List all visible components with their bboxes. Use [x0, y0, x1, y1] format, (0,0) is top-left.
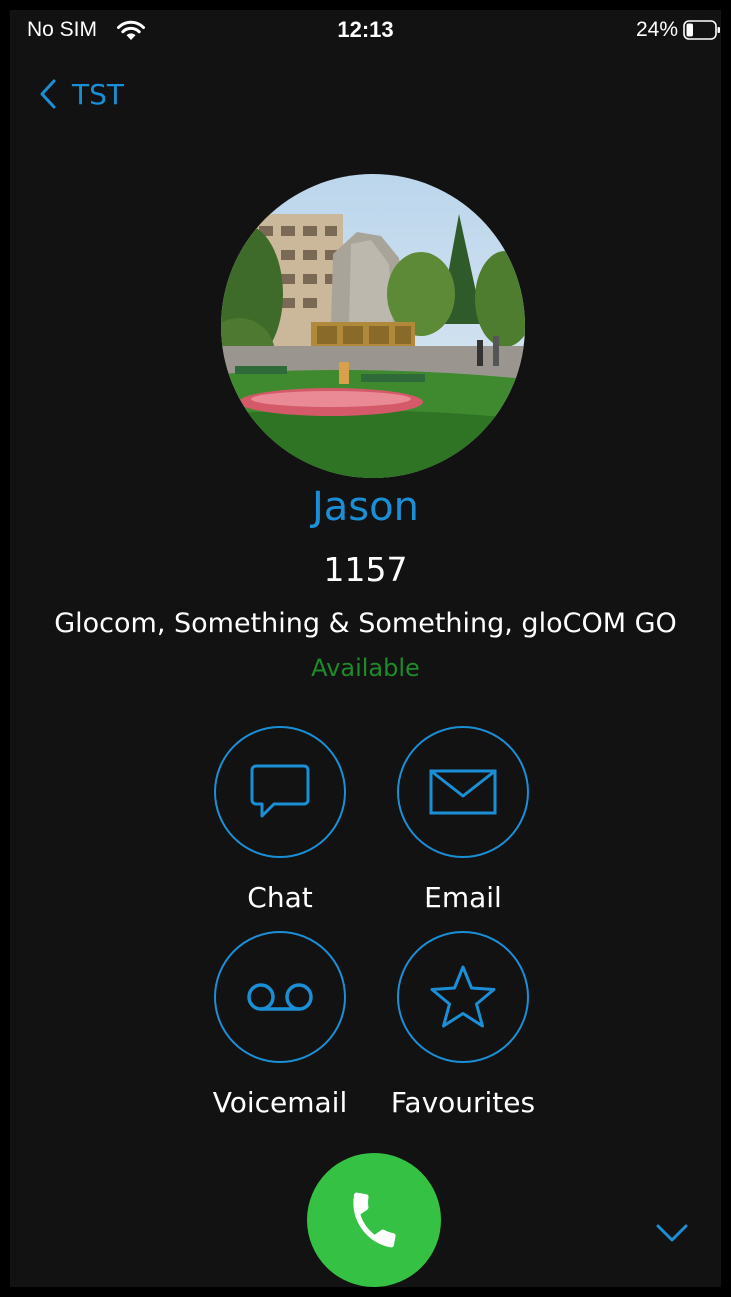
- chat-label: Chat: [247, 881, 313, 914]
- battery-icon: [683, 20, 720, 40]
- chevron-down-icon[interactable]: [652, 1218, 692, 1248]
- favourites-label: Favourites: [390, 1086, 536, 1119]
- voicemail-icon: [247, 983, 313, 1011]
- voicemail-label: Voicemail: [212, 1086, 348, 1119]
- chat-circle[interactable]: [214, 726, 346, 858]
- phone-icon: [353, 1192, 396, 1248]
- chevron-left-icon: [40, 79, 56, 109]
- back-button-label: TST: [72, 77, 124, 111]
- contact-avatar: [221, 174, 525, 478]
- battery-percentage: 24%: [635, 18, 678, 41]
- contact-groups: Glocom, Something & Something, gloCOM GO: [54, 608, 677, 639]
- back-button[interactable]: TST: [38, 74, 124, 114]
- chat-button[interactable]: Chat: [190, 726, 370, 914]
- call-button[interactable]: [307, 1153, 441, 1287]
- contact-details-screen: No SIM 12:13 24% TST Jason 1157 Glocom, …: [0, 0, 731, 1297]
- envelope-icon: [429, 769, 497, 815]
- chat-bubble-icon: [250, 764, 310, 818]
- clock: 12:13: [337, 17, 394, 42]
- email-label: Email: [424, 881, 502, 914]
- star-icon: [430, 965, 496, 1028]
- voicemail-circle[interactable]: [214, 931, 346, 1063]
- status-bar: No SIM 12:13 24%: [0, 0, 731, 62]
- navigation-bar: TST: [0, 62, 731, 122]
- favourites-button[interactable]: Favourites: [373, 931, 553, 1119]
- presence-status: Available: [311, 654, 420, 682]
- voicemail-button[interactable]: Voicemail: [190, 931, 370, 1119]
- email-button[interactable]: Email: [373, 726, 553, 914]
- contact-name: Jason: [312, 484, 419, 530]
- email-circle[interactable]: [397, 726, 529, 858]
- contact-extension: 1157: [323, 550, 408, 589]
- avatar-photo: [221, 174, 525, 478]
- favourites-circle[interactable]: [397, 931, 529, 1063]
